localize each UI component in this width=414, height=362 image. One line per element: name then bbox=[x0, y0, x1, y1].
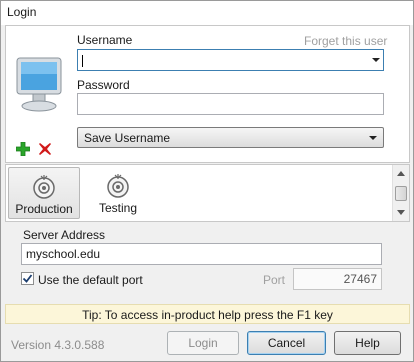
window-title: Login bbox=[7, 5, 37, 19]
version-label: Version 4.3.0.588 bbox=[11, 338, 105, 352]
server-address-input[interactable]: myschool.edu bbox=[21, 243, 382, 265]
login-button-label: Login bbox=[188, 336, 218, 350]
credentials-panel: Username Forget this user Password Save … bbox=[5, 25, 410, 163]
username-label: Username bbox=[77, 33, 133, 47]
help-button[interactable]: Help bbox=[334, 331, 401, 355]
help-button-label: Help bbox=[355, 336, 380, 350]
server-icon bbox=[107, 174, 129, 198]
password-input[interactable] bbox=[77, 93, 384, 115]
scroll-thumb[interactable] bbox=[395, 186, 407, 201]
chevron-down-icon bbox=[369, 136, 377, 140]
title-bar: Login bbox=[1, 1, 413, 25]
password-label: Password bbox=[77, 78, 130, 92]
tip-bar: Tip: To access in-product help press the… bbox=[5, 304, 410, 324]
login-window: Login Username Forget this user Password bbox=[0, 0, 414, 362]
server-label: Production bbox=[15, 202, 73, 216]
default-port-checkbox[interactable] bbox=[21, 272, 34, 285]
computer-icon bbox=[14, 56, 64, 116]
server-address-label: Server Address bbox=[23, 228, 106, 242]
server-address-value: myschool.edu bbox=[26, 247, 101, 261]
username-dropdown-button[interactable] bbox=[371, 54, 381, 66]
cancel-button-label: Cancel bbox=[267, 336, 306, 350]
save-option-value: Save Username bbox=[84, 131, 171, 145]
port-label: Port bbox=[263, 273, 286, 287]
scroll-up-icon[interactable] bbox=[397, 170, 405, 176]
server-icon bbox=[33, 175, 55, 199]
port-input[interactable]: 27467 bbox=[293, 268, 382, 290]
checkmark-icon bbox=[22, 274, 33, 283]
server-label: Testing bbox=[98, 201, 138, 215]
scroll-down-icon[interactable] bbox=[397, 210, 405, 216]
server-list-scrollbar[interactable] bbox=[392, 165, 409, 221]
text-cursor bbox=[82, 54, 83, 67]
tip-text: Tip: To access in-product help press the… bbox=[82, 308, 333, 322]
server-item-testing[interactable]: Testing bbox=[82, 167, 154, 219]
username-input[interactable] bbox=[77, 49, 384, 71]
cancel-button[interactable]: Cancel bbox=[247, 331, 326, 355]
add-icon[interactable] bbox=[15, 141, 31, 157]
forget-user-link[interactable]: Forget this user bbox=[304, 34, 387, 48]
remove-icon[interactable] bbox=[38, 142, 52, 156]
server-item-production[interactable]: Production bbox=[8, 167, 80, 219]
chevron-down-icon bbox=[372, 58, 380, 62]
login-button[interactable]: Login bbox=[167, 331, 239, 355]
server-list: Production Testing bbox=[5, 164, 410, 222]
port-value: 27467 bbox=[343, 272, 377, 286]
default-port-label: Use the default port bbox=[38, 273, 143, 287]
save-option-select[interactable]: Save Username bbox=[77, 127, 384, 148]
